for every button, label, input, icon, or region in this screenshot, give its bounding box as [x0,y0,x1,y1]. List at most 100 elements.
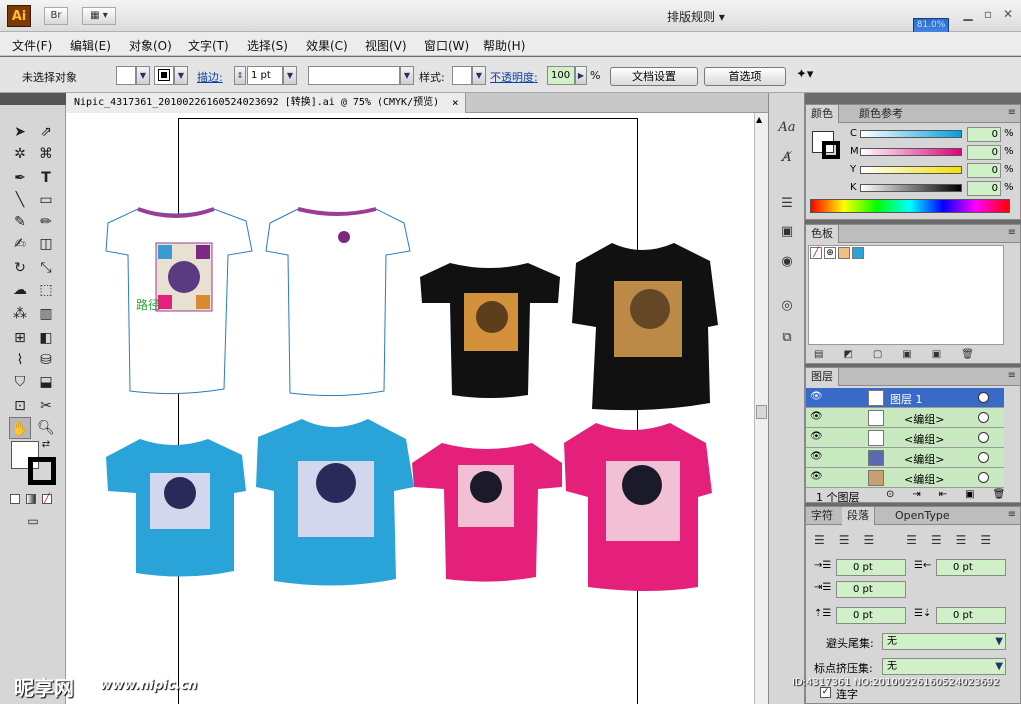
swatch-orange[interactable] [838,247,850,259]
scroll-up-icon[interactable]: ▲ [756,115,762,124]
target-icon[interactable] [978,412,989,423]
layer-row[interactable]: 👁︎ <编组> [806,408,1004,428]
layer-row[interactable]: 👁︎ <编组> [806,448,1004,468]
swatch-none[interactable]: ╱ [810,247,822,259]
minimize-icon[interactable]: ▁ [960,6,976,22]
graphic-styles-icon[interactable]: ⧉ [775,327,799,349]
arrange-documents-button[interactable]: ▦ ▾ [82,7,116,25]
layer-name[interactable]: <编组> [904,451,944,467]
color-mode-icon[interactable] [10,494,20,504]
brush-field[interactable] [308,66,400,85]
free-transform-tool-icon[interactable]: ⬚ [35,279,57,301]
panel-menu-icon[interactable]: ≡ [1008,227,1016,238]
pencil-tool-icon[interactable]: ✏ [35,211,57,233]
appearance-panel-icon[interactable]: ◎ [775,295,799,317]
mesh-tool-icon[interactable]: ⊞ [9,327,31,349]
gradient-mode-icon[interactable] [26,494,36,504]
scroll-thumb[interactable] [756,405,767,419]
tshirt-white-front[interactable] [105,207,253,395]
gradient-tool-icon[interactable]: ◧ [35,327,57,349]
graphic-style-dropdown[interactable]: ▼ [472,66,486,85]
hand-tool-icon[interactable]: ✋ [9,417,31,439]
document-setup-button[interactable]: 文档设置 [610,67,698,86]
tab-paragraph[interactable]: 段落 [842,507,875,525]
scale-tool-icon[interactable]: ⤡ [35,257,57,279]
cyan-value[interactable]: 0 [967,127,1001,142]
space-after-field[interactable]: 0 pt [936,607,1006,624]
swap-colors-icon[interactable]: ⇄ [38,437,54,453]
stroke-panel-icon[interactable]: ☰ [775,193,799,215]
swatches-footer-icons[interactable]: ▤◩▢▣▣🗑︎ [814,349,994,360]
layer-name[interactable]: <编组> [904,411,944,427]
menu-window[interactable]: 窗口(W) [424,37,469,54]
vertical-scrollbar[interactable]: ▲ [754,113,768,704]
menu-object[interactable]: 对象(O) [129,37,172,54]
layer-row[interactable]: 👁︎ 图层 1 [806,388,1004,408]
direct-selection-tool-icon[interactable]: ⇗ [35,121,57,143]
rectangle-tool-icon[interactable]: ▭ [35,189,57,211]
menu-view[interactable]: 视图(V) [365,37,407,54]
menu-type[interactable]: 文字(T) [188,37,229,54]
eye-icon[interactable]: 👁︎ [810,392,823,402]
target-icon[interactable] [978,472,989,483]
panel-menu-icon[interactable]: ≡ [1008,107,1016,118]
warp-tool-icon[interactable]: ☁ [9,279,31,301]
tshirt-blue-large[interactable] [256,419,414,586]
layers-footer-icons[interactable]: ⊙⇥⇤▣🗑︎ [886,489,1021,500]
document-canvas[interactable]: 路径 [66,113,754,704]
opacity-dropdown[interactable]: ▶ [575,66,587,85]
menu-select[interactable]: 选择(S) [247,37,288,54]
layer-name[interactable]: <编组> [904,431,944,447]
layer-row[interactable]: 👁︎ <编组> [806,468,1004,488]
character-styles-icon[interactable]: Aa [775,117,799,139]
stroke-swatch[interactable] [154,66,174,85]
tshirt-pink-small[interactable] [412,443,562,582]
tools-panel-header[interactable] [0,93,66,105]
paintbrush-tool-icon[interactable]: ✎ [9,211,31,233]
eraser-tool-icon[interactable]: ◫ [35,233,57,255]
screen-mode-icon[interactable]: ▭ [22,510,44,532]
alignment-buttons[interactable]: ☰☰☰ ☰☰☰☰ [814,533,1005,547]
workspace-switcher[interactable]: 排版规则 ▾ [667,8,751,26]
bridge-button[interactable]: Br [44,7,68,25]
kinsoku-select[interactable]: 无 ▼ [882,633,1006,650]
magic-wand-tool-icon[interactable]: ✲ [9,143,31,165]
hyphenate-checkbox[interactable]: ✓ [820,687,831,698]
tshirt-blue-small[interactable] [106,439,246,577]
arrange-icon[interactable]: ✦▾ [796,67,813,82]
opacity-label[interactable]: 不透明度: [490,69,538,85]
tshirt-black-small[interactable] [420,263,560,398]
lasso-tool-icon[interactable]: ⌘ [35,143,57,165]
brush-dropdown[interactable]: ▼ [400,66,414,85]
line-tool-icon[interactable]: ╲ [9,189,31,211]
tshirt-pink-large[interactable] [564,423,712,591]
target-icon[interactable] [978,392,989,403]
menu-effect[interactable]: 效果(C) [306,37,348,54]
swatch-registration[interactable]: ⊕ [824,247,836,259]
target-icon[interactable] [978,452,989,463]
live-paint-selection-tool-icon[interactable]: ⬓ [35,371,57,393]
close-icon[interactable]: ✕ [1000,6,1016,22]
pen-tool-icon[interactable]: ✒ [9,167,31,189]
type-tool-icon[interactable]: T [35,167,57,189]
column-graph-tool-icon[interactable]: ▥ [35,303,57,325]
left-indent-field[interactable]: 0 pt [836,559,906,576]
panel-menu-icon[interactable]: ≡ [1008,509,1016,520]
tab-layers[interactable]: 图层 [806,368,839,386]
right-indent-field[interactable]: 0 pt [936,559,1006,576]
none-mode-icon[interactable]: ╱ [42,494,52,504]
mojikumi-select[interactable]: 无 ▼ [882,658,1006,675]
stroke-label[interactable]: 描边: [197,69,223,85]
first-line-indent-field[interactable]: 0 pt [836,581,906,598]
eyedropper-tool-icon[interactable]: ⌇ [9,349,31,371]
target-icon[interactable] [978,432,989,443]
black-value[interactable]: 0 [967,181,1001,196]
selection-tool-icon[interactable]: ➤ [9,121,31,143]
symbol-sprayer-tool-icon[interactable]: ⁂ [9,303,31,325]
color-spectrum[interactable] [810,199,1010,213]
fill-dropdown[interactable]: ▼ [136,66,150,85]
document-tab[interactable]: Nipic_4317361_20100226160524023692 [转换].… [66,93,466,113]
space-before-field[interactable]: 0 pt [836,607,906,624]
tshirt-black-large[interactable] [572,243,718,411]
tab-swatches[interactable]: 色板 [806,225,839,243]
